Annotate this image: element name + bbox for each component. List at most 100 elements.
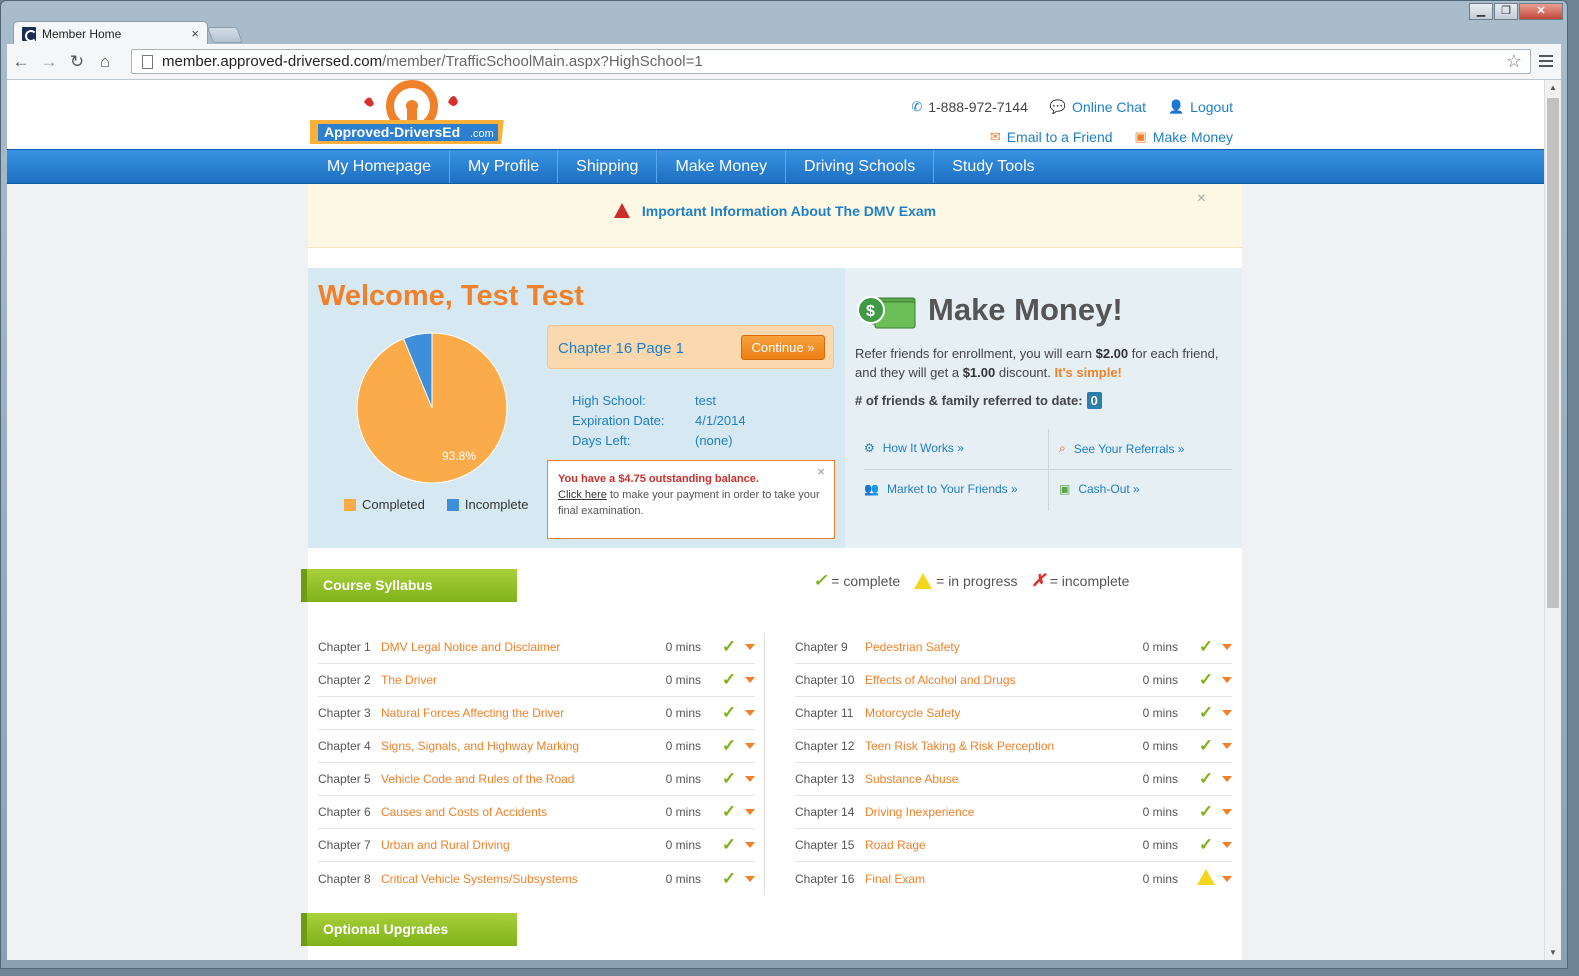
chapter-title-link[interactable]: Teen Risk Taking & Risk Perception	[865, 739, 1128, 753]
chapter-row: Chapter 4 Signs, Signals, and Highway Mar…	[318, 730, 755, 763]
chevron-down-icon[interactable]	[1222, 809, 1232, 815]
bookmark-star-icon[interactable]: ☆	[1506, 51, 1522, 72]
email-label: Email to a Friend	[1006, 129, 1113, 145]
balance-close-icon[interactable]: ×	[817, 464, 825, 480]
chapter-title-link[interactable]: The Driver	[381, 673, 651, 687]
chevron-down-icon[interactable]	[745, 710, 755, 716]
see-referrals-link[interactable]: ⌕ See Your Referrals »	[1059, 441, 1184, 456]
continue-button[interactable]: Continue »	[741, 335, 825, 360]
chapter-title-link[interactable]: Vehicle Code and Rules of the Road	[381, 772, 651, 786]
close-window-button[interactable]: ✕	[1519, 3, 1563, 20]
maximize-button[interactable]: ❐	[1494, 3, 1518, 20]
browser-tab[interactable]: Member Home ×	[13, 21, 208, 45]
x-icon: ✗	[1031, 571, 1046, 590]
reload-icon[interactable]: ↻	[63, 52, 91, 72]
chevron-down-icon[interactable]	[1222, 710, 1232, 716]
alert-close-icon[interactable]: ×	[1197, 190, 1206, 208]
chevron-down-icon[interactable]	[745, 842, 755, 848]
online-chat-link[interactable]: 💬 Online Chat	[1050, 99, 1146, 115]
chapter-minutes: 0 mins	[665, 706, 701, 720]
pie-legend: Completed Incomplete	[344, 497, 528, 512]
money-icon: ▣	[1134, 129, 1147, 144]
chapter-title-link[interactable]: Natural Forces Affecting the Driver	[381, 706, 651, 720]
chapter-status: ✓	[719, 802, 739, 822]
chapter-minutes: 0 mins	[1142, 871, 1178, 886]
chapter-title-link[interactable]: Urban and Rural Driving	[381, 838, 651, 852]
chapter-status: ✓	[1196, 835, 1216, 855]
warning-triangle-icon	[1197, 869, 1215, 885]
site-favicon-icon	[22, 26, 37, 42]
forward-icon[interactable]: →	[35, 52, 63, 72]
web-page: Approved-DriversEd .com ✆ 1-888-972-7144 …	[7, 80, 1544, 960]
nav-study-tools[interactable]: Study Tools	[934, 150, 1052, 183]
chapter-status: ✓	[719, 835, 739, 855]
legend-incomplete: Incomplete	[446, 497, 528, 512]
address-bar[interactable]: member.approved-driversed.com/member/Tra…	[131, 49, 1531, 74]
chevron-down-icon[interactable]	[1222, 776, 1232, 782]
dmv-alert-link[interactable]: Important Information About The DMV Exam	[642, 203, 936, 219]
chapter-title-link[interactable]: Effects of Alcohol and Drugs	[865, 673, 1128, 687]
check-icon: ✓	[1198, 736, 1214, 755]
chevron-down-icon[interactable]	[745, 743, 755, 749]
chapter-row: Chapter 2 The Driver 0 mins ✓	[318, 664, 755, 697]
chevron-down-icon[interactable]	[1222, 875, 1232, 882]
dmv-alert: Important Information About The DMV Exam…	[308, 184, 1242, 248]
user-icon: 👤	[1167, 99, 1185, 114]
progress-pie-chart: 93.8%	[356, 332, 508, 484]
browser-menu-icon[interactable]	[1539, 52, 1553, 70]
chapter-title-link[interactable]: Motorcycle Safety	[865, 706, 1128, 720]
envelope-icon: ✉	[989, 129, 1001, 144]
chapter-minutes: 0 mins	[1142, 739, 1178, 753]
chevron-down-icon[interactable]	[745, 776, 755, 782]
chevron-down-icon[interactable]	[1222, 644, 1232, 650]
cash-out-link[interactable]: ▣ Cash-Out »	[1059, 482, 1140, 496]
chapter-minutes: 0 mins	[665, 640, 701, 654]
chapter-title-link[interactable]: Final Exam	[865, 872, 1128, 886]
page-scrollbar[interactable]: ▲ ▼	[1544, 80, 1561, 960]
chapter-title-link[interactable]: DMV Legal Notice and Disclaimer	[381, 640, 651, 654]
welcome-greeting: Welcome, Test Test	[318, 280, 584, 312]
high-school-label: High School:	[572, 393, 646, 408]
tab-close-icon[interactable]: ×	[191, 26, 199, 41]
chapter-number: Chapter 11	[795, 706, 854, 720]
chapter-title-link[interactable]: Causes and Costs of Accidents	[381, 805, 651, 819]
market-friends-link[interactable]: 👥 Market to Your Friends »	[864, 482, 1018, 496]
main-content: Important Information About The DMV Exam…	[301, 184, 1242, 960]
chevron-down-icon[interactable]	[745, 677, 755, 683]
chapter-status: ✓	[1196, 802, 1216, 822]
chevron-down-icon[interactable]	[745, 809, 755, 815]
nav-driving-schools[interactable]: Driving Schools	[786, 150, 935, 183]
nav-shipping[interactable]: Shipping	[558, 150, 658, 183]
chevron-down-icon[interactable]	[745, 644, 755, 650]
syllabus-column-left: Chapter 1 DMV Legal Notice and Disclaimer…	[318, 631, 755, 895]
chevron-down-icon[interactable]	[1222, 743, 1232, 749]
chapter-title-link[interactable]: Substance Abuse	[865, 772, 1128, 786]
chevron-down-icon[interactable]	[1222, 842, 1232, 848]
chapter-title-link[interactable]: Pedestrian Safety	[865, 640, 1128, 654]
new-tab-button[interactable]	[207, 27, 243, 43]
chapter-title-link[interactable]: Driving Inexperience	[865, 805, 1128, 819]
chapter-row: Chapter 6 Causes and Costs of Accidents 0 …	[318, 796, 755, 829]
chapter-title-link[interactable]: Critical Vehicle Systems/Subsystems	[381, 872, 651, 886]
chapter-row: Chapter 7 Urban and Rural Driving 0 mins ✓	[318, 829, 755, 862]
minimize-button[interactable]: ▁	[1469, 3, 1493, 20]
nav-my-homepage[interactable]: My Homepage	[309, 150, 451, 183]
site-logo[interactable]: Approved-DriversEd .com	[310, 80, 510, 148]
chapter-row: Chapter 10 Effects of Alcohol and Drugs 0 …	[795, 664, 1232, 697]
nav-make-money[interactable]: Make Money	[657, 150, 787, 183]
nav-my-profile[interactable]: My Profile	[450, 150, 559, 183]
make-money-link[interactable]: ▣ Make Money	[1135, 129, 1233, 145]
logout-link[interactable]: 👤 Logout	[1168, 99, 1233, 115]
home-icon[interactable]: ⌂	[91, 52, 119, 72]
chapter-title-link[interactable]: Signs, Signals, and Highway Marking	[381, 739, 651, 753]
phone-link[interactable]: ✆ 1-888-972-7144	[911, 99, 1028, 115]
site-header: Approved-DriversEd .com ✆ 1-888-972-7144 …	[7, 80, 1544, 149]
payment-link[interactable]: Click here	[558, 489, 607, 501]
back-icon[interactable]: ←	[7, 52, 35, 72]
email-friend-link[interactable]: ✉ Email to a Friend	[990, 129, 1113, 145]
how-it-works-link[interactable]: ⚙ How It Works »	[864, 441, 964, 455]
chevron-down-icon[interactable]	[745, 875, 755, 882]
chapter-title-link[interactable]: Road Rage	[865, 838, 1128, 852]
scrollbar-thumb[interactable]	[1547, 98, 1559, 608]
chevron-down-icon[interactable]	[1222, 677, 1232, 683]
